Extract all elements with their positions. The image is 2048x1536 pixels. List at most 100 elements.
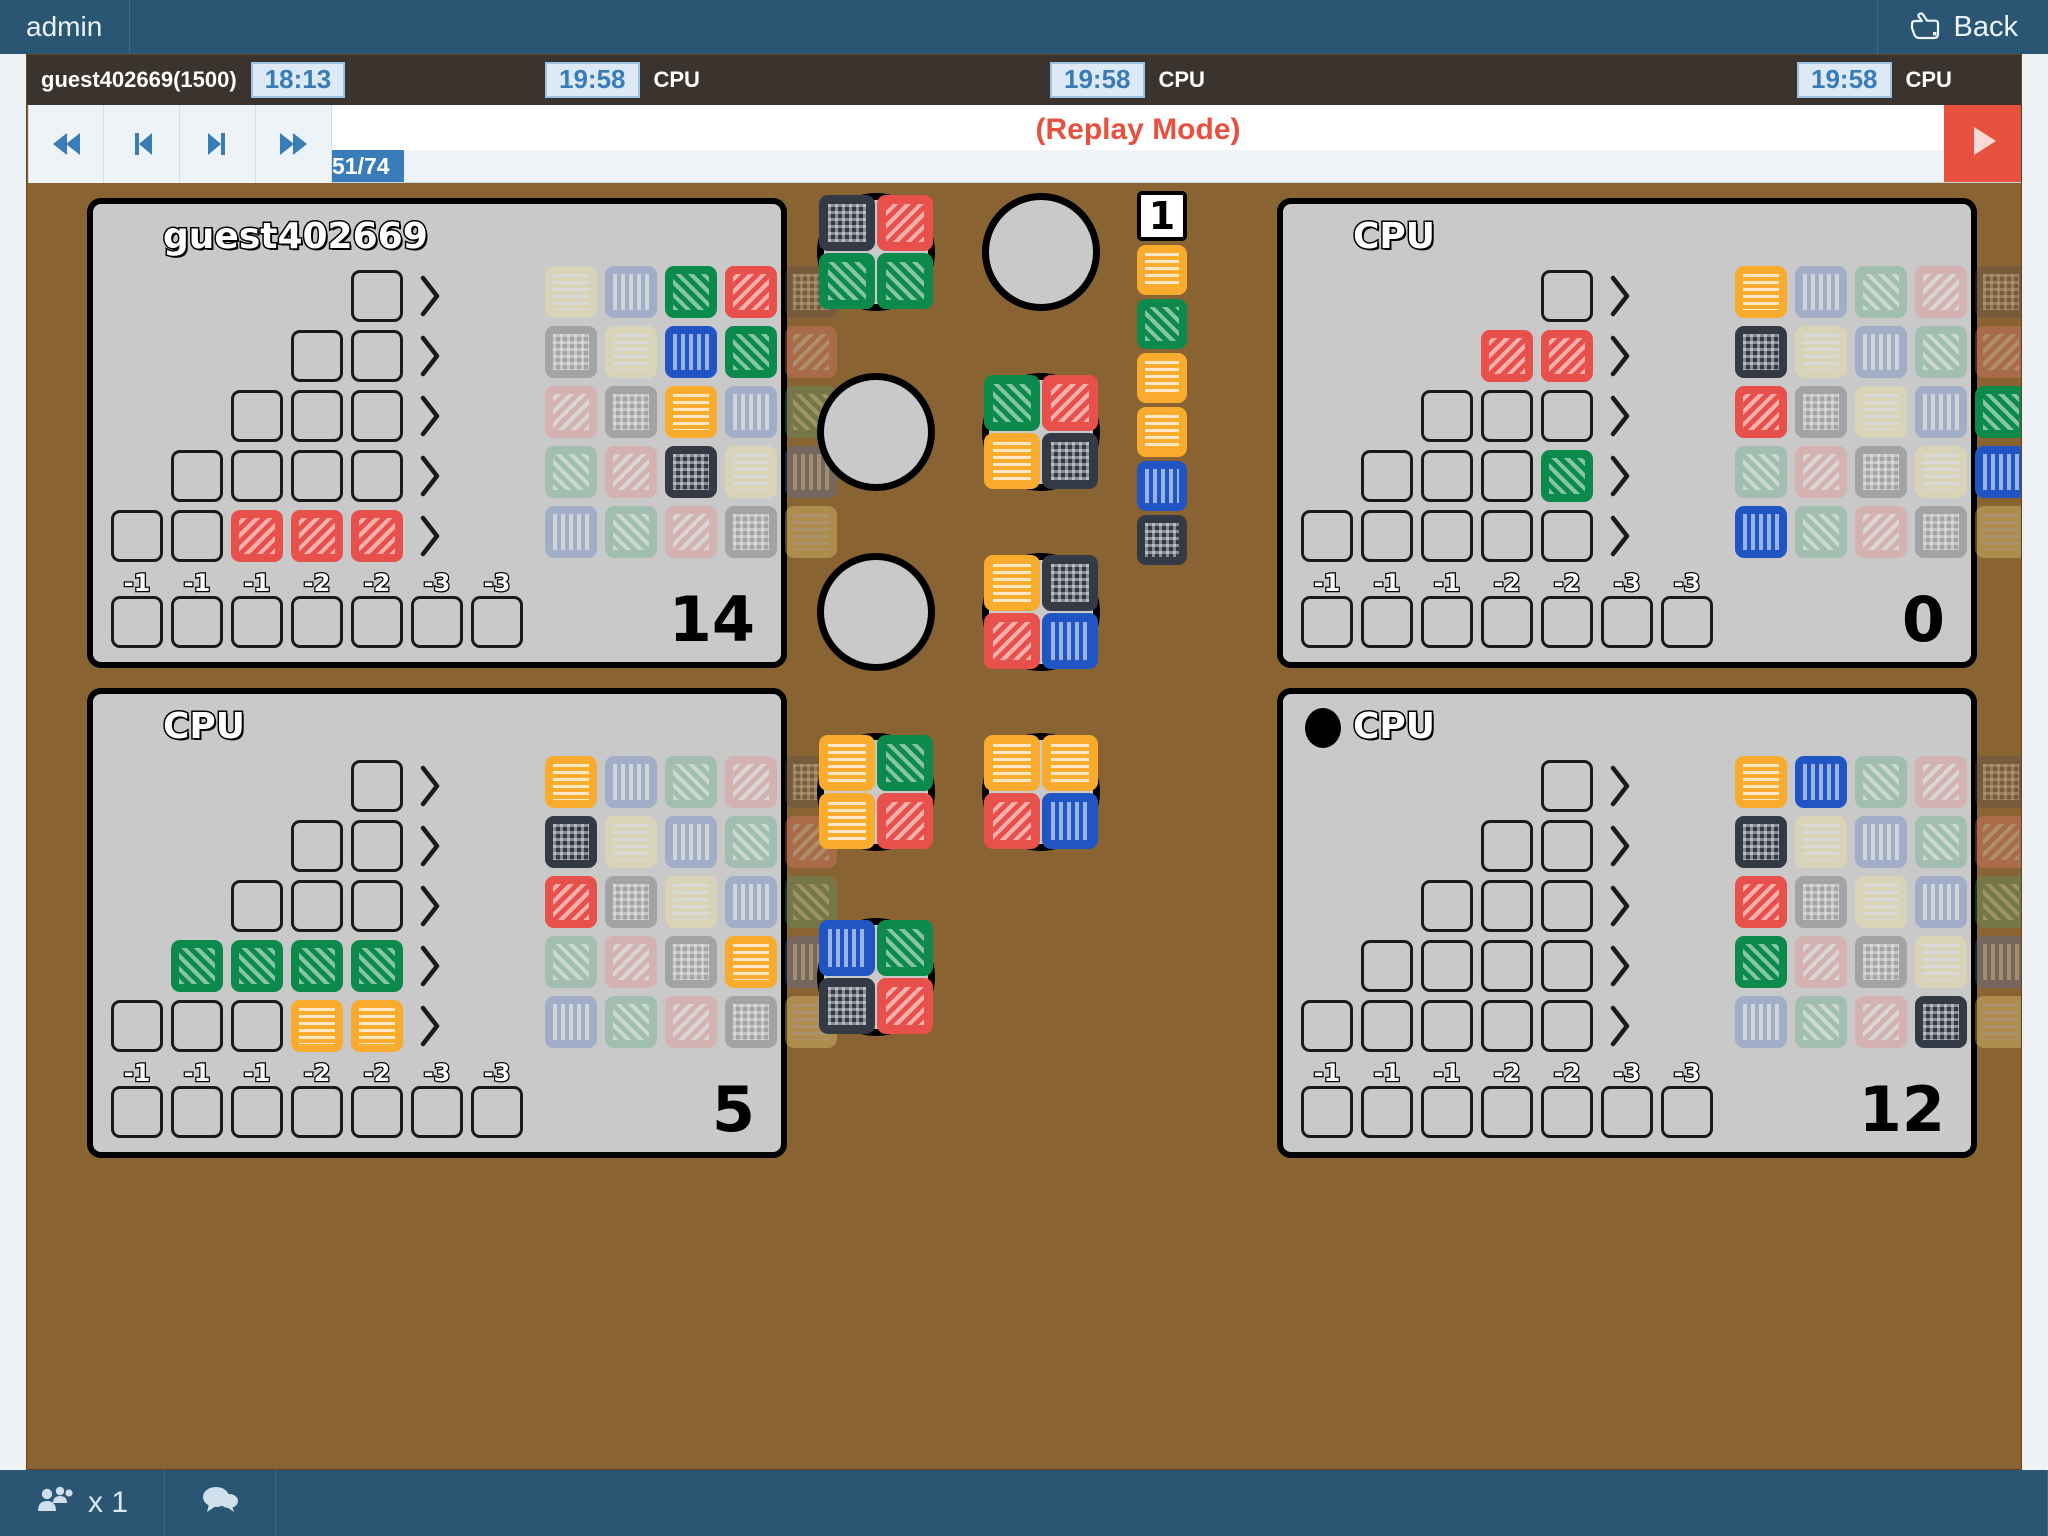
pattern-line-row[interactable] <box>111 506 455 566</box>
center-tile-black[interactable] <box>1137 515 1187 565</box>
player-board-guest402669[interactable]: guest402669 -1 -1 -1 -2 -2 -3 -3 14 <box>87 198 837 668</box>
pattern-empty-slot[interactable] <box>1421 510 1473 562</box>
pattern-tile-red[interactable] <box>291 510 343 562</box>
floor-slot-group[interactable]: -2 <box>291 568 343 648</box>
pattern-empty-slot[interactable] <box>1361 450 1413 502</box>
pattern-empty-slot[interactable] <box>1541 820 1593 872</box>
floor-empty-slot[interactable] <box>231 1086 283 1138</box>
floor-slot-group[interactable]: -1 <box>1301 1058 1353 1138</box>
floor-empty-slot[interactable] <box>471 596 523 648</box>
pattern-line-row[interactable] <box>1421 876 1645 936</box>
pattern-empty-slot[interactable] <box>1541 760 1593 812</box>
floor-empty-slot[interactable] <box>1301 1086 1353 1138</box>
floor-slot-group[interactable]: -2 <box>291 1058 343 1138</box>
floor-empty-slot[interactable] <box>471 1086 523 1138</box>
floor-empty-slot[interactable] <box>111 596 163 648</box>
factory-tile-black[interactable] <box>819 195 875 251</box>
factory-tile-green[interactable] <box>877 920 933 976</box>
pattern-empty-slot[interactable] <box>1541 270 1593 322</box>
factory-display-5[interactable] <box>817 553 935 671</box>
floor-empty-slot[interactable] <box>1481 596 1533 648</box>
factory-tile-green[interactable] <box>877 735 933 791</box>
factory-tile-green[interactable] <box>984 375 1040 431</box>
pattern-line-row[interactable] <box>1481 326 1645 386</box>
floor-empty-slot[interactable] <box>351 1086 403 1138</box>
floor-line[interactable]: -1 -1 -1 -2 -2 -3 -3 <box>111 1058 531 1138</box>
floor-slot-group[interactable]: -3 <box>1601 1058 1653 1138</box>
pattern-line-row[interactable] <box>1301 996 1645 1056</box>
floor-slot-group[interactable]: -1 <box>1361 1058 1413 1138</box>
pattern-empty-slot[interactable] <box>291 390 343 442</box>
floor-empty-slot[interactable] <box>1481 1086 1533 1138</box>
player-board-cpu-2[interactable]: CPU -1 -1 -1 -2 -2 -3 -3 5 <box>87 688 837 1158</box>
player-board-cpu-3[interactable]: CPU -1 -1 -1 -2 -2 -3 -3 12 <box>1277 688 2021 1158</box>
pattern-empty-slot[interactable] <box>1361 510 1413 562</box>
center-tile-yellow[interactable] <box>1137 353 1187 403</box>
pattern-line-row[interactable] <box>351 266 455 326</box>
floor-slot-group[interactable]: -1 <box>1421 1058 1473 1138</box>
pattern-empty-slot[interactable] <box>1541 940 1593 992</box>
floor-slot-group[interactable]: -2 <box>1481 568 1533 648</box>
pattern-line-row[interactable] <box>231 876 455 936</box>
floor-slot-group[interactable]: -3 <box>1661 1058 1713 1138</box>
floor-slot-group[interactable]: -1 <box>1301 568 1353 648</box>
floor-empty-slot[interactable] <box>1601 1086 1653 1138</box>
pattern-empty-slot[interactable] <box>171 450 223 502</box>
floor-slot-group[interactable]: -3 <box>411 1058 463 1138</box>
floor-empty-slot[interactable] <box>1661 1086 1713 1138</box>
center-tile-yellow[interactable] <box>1137 245 1187 295</box>
floor-empty-slot[interactable] <box>1541 596 1593 648</box>
floor-empty-slot[interactable] <box>1601 596 1653 648</box>
pattern-empty-slot[interactable] <box>351 450 403 502</box>
center-tile-green[interactable] <box>1137 299 1187 349</box>
next-move-button[interactable] <box>180 105 256 183</box>
pattern-line-row[interactable] <box>1481 816 1645 876</box>
factory-tile-red[interactable] <box>877 793 933 849</box>
factory-display-2[interactable] <box>982 193 1100 311</box>
pattern-empty-slot[interactable] <box>171 510 223 562</box>
pattern-empty-slot[interactable] <box>291 820 343 872</box>
pattern-line-row[interactable] <box>1301 506 1645 566</box>
pattern-empty-slot[interactable] <box>1301 510 1353 562</box>
factory-tile-black[interactable] <box>1042 433 1098 489</box>
pattern-tile-red[interactable] <box>231 510 283 562</box>
floor-slot-group[interactable]: -2 <box>351 1058 403 1138</box>
floor-empty-slot[interactable] <box>231 596 283 648</box>
floor-empty-slot[interactable] <box>411 1086 463 1138</box>
pattern-empty-slot[interactable] <box>1481 940 1533 992</box>
center-pool[interactable]: 1 <box>1137 191 1187 565</box>
factory-tile-red[interactable] <box>984 793 1040 849</box>
pattern-empty-slot[interactable] <box>351 820 403 872</box>
pattern-empty-slot[interactable] <box>351 270 403 322</box>
floor-line[interactable]: -1 -1 -1 -2 -2 -3 -3 <box>1301 1058 1721 1138</box>
pattern-empty-slot[interactable] <box>351 880 403 932</box>
factory-tile-yellow[interactable] <box>819 793 875 849</box>
factory-display-3[interactable] <box>817 373 935 491</box>
factory-tile-red[interactable] <box>877 195 933 251</box>
floor-slot-group[interactable]: -2 <box>1541 568 1593 648</box>
pattern-tile-red[interactable] <box>1541 330 1593 382</box>
previous-move-button[interactable] <box>104 105 180 183</box>
floor-line[interactable]: -1 -1 -1 -2 -2 -3 -3 <box>1301 568 1721 648</box>
last-move-button[interactable] <box>256 105 332 183</box>
pattern-line-row[interactable] <box>291 816 455 876</box>
factory-tile-green[interactable] <box>877 253 933 309</box>
pattern-empty-slot[interactable] <box>1421 390 1473 442</box>
pattern-empty-slot[interactable] <box>231 880 283 932</box>
floor-empty-slot[interactable] <box>1421 596 1473 648</box>
pattern-empty-slot[interactable] <box>351 760 403 812</box>
floor-empty-slot[interactable] <box>171 1086 223 1138</box>
pattern-empty-slot[interactable] <box>291 450 343 502</box>
player-board-cpu-1[interactable]: CPU -1 -1 -1 -2 -2 -3 -3 0 <box>1277 198 2021 668</box>
floor-slot-group[interactable]: -3 <box>471 568 523 648</box>
pattern-line-row[interactable] <box>1421 386 1645 446</box>
floor-slot-group[interactable]: -2 <box>1481 1058 1533 1138</box>
pattern-empty-slot[interactable] <box>111 510 163 562</box>
factory-tile-yellow[interactable] <box>984 555 1040 611</box>
floor-slot-group[interactable]: -3 <box>411 568 463 648</box>
pattern-empty-slot[interactable] <box>351 330 403 382</box>
pattern-empty-slot[interactable] <box>231 1000 283 1052</box>
floor-empty-slot[interactable] <box>291 596 343 648</box>
factory-display-4[interactable] <box>982 373 1100 491</box>
pattern-tile-yellow[interactable] <box>351 1000 403 1052</box>
